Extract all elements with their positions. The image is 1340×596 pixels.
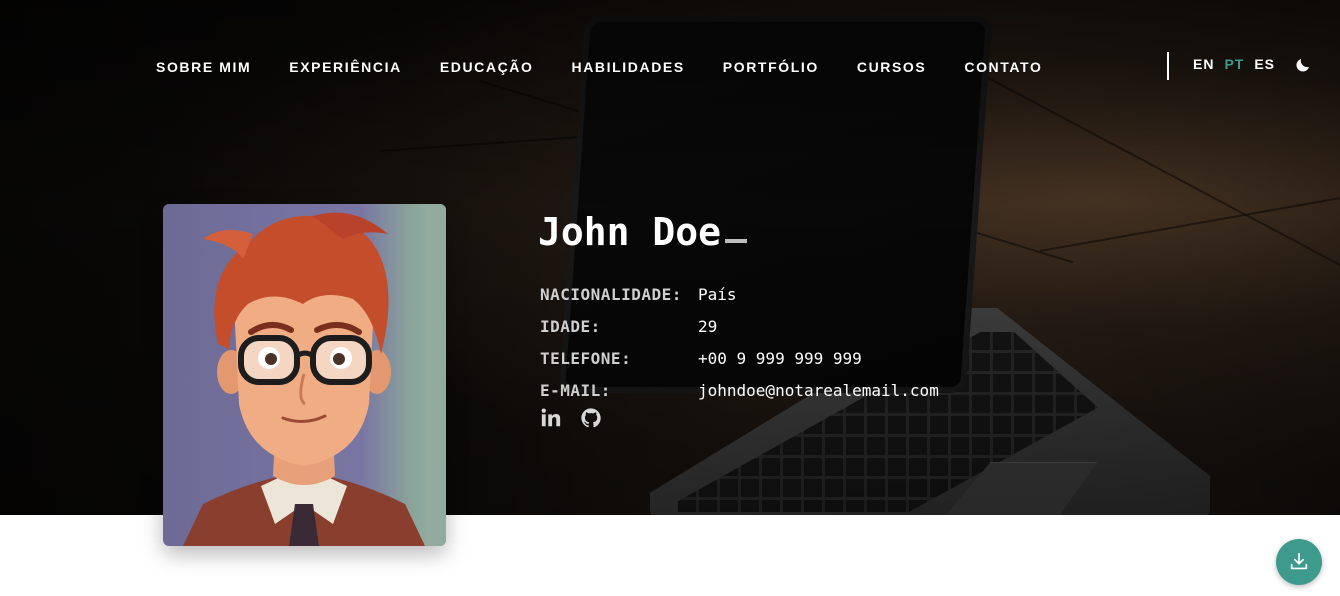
moon-icon[interactable] [1294, 56, 1312, 74]
download-button[interactable] [1276, 539, 1322, 585]
info-row-nacionalidade: NACIONALIDADE: País [540, 278, 939, 310]
lang-es[interactable]: ES [1254, 56, 1275, 72]
info-label: NACIONALIDADE: [540, 284, 682, 304]
lang-en[interactable]: EN [1193, 56, 1214, 72]
nav-item-educacao[interactable]: EDUCAÇÃO [440, 59, 534, 75]
info-row-email: E-MAIL: johndoe@notarealemail.com [540, 374, 939, 406]
linkedin-icon[interactable] [540, 407, 562, 429]
info-value: +00 9 999 999 999 [698, 348, 862, 368]
info-label: E-MAIL: [540, 380, 611, 400]
download-icon [1290, 552, 1308, 570]
github-icon[interactable] [580, 407, 602, 429]
typing-cursor [725, 239, 748, 243]
language-switcher: EN PT ES [1193, 56, 1275, 72]
info-label: TELEFONE: [540, 348, 632, 368]
info-value: 29 [698, 316, 718, 336]
nav-item-portfolio[interactable]: PORTFÓLIO [723, 59, 819, 75]
nav-item-experiencia[interactable]: EXPERIÊNCIA [289, 59, 402, 75]
nav-item-contato[interactable]: CONTATO [964, 59, 1042, 75]
info-label: IDADE: [540, 316, 601, 336]
nav-item-habilidades[interactable]: HABILIDADES [572, 59, 685, 75]
nav-item-cursos[interactable]: CURSOS [857, 59, 927, 75]
info-row-idade: IDADE: 29 [540, 310, 939, 342]
social-links [540, 407, 602, 429]
main-nav: SOBRE MIM EXPERIÊNCIA EDUCAÇÃO HABILIDAD… [156, 57, 1042, 77]
profile-info: NACIONALIDADE: País IDADE: 29 TELEFONE: … [540, 278, 939, 406]
nav-divider [1167, 52, 1169, 80]
info-value: País [698, 284, 737, 304]
nav-item-sobre-mim[interactable]: SOBRE MIM [156, 59, 251, 75]
lang-pt[interactable]: PT [1224, 56, 1244, 72]
info-value: johndoe@notarealemail.com [698, 380, 939, 400]
avatar [163, 204, 446, 546]
profile-name: John Doe [538, 210, 748, 254]
info-row-telefone: TELEFONE: +00 9 999 999 999 [540, 342, 939, 374]
